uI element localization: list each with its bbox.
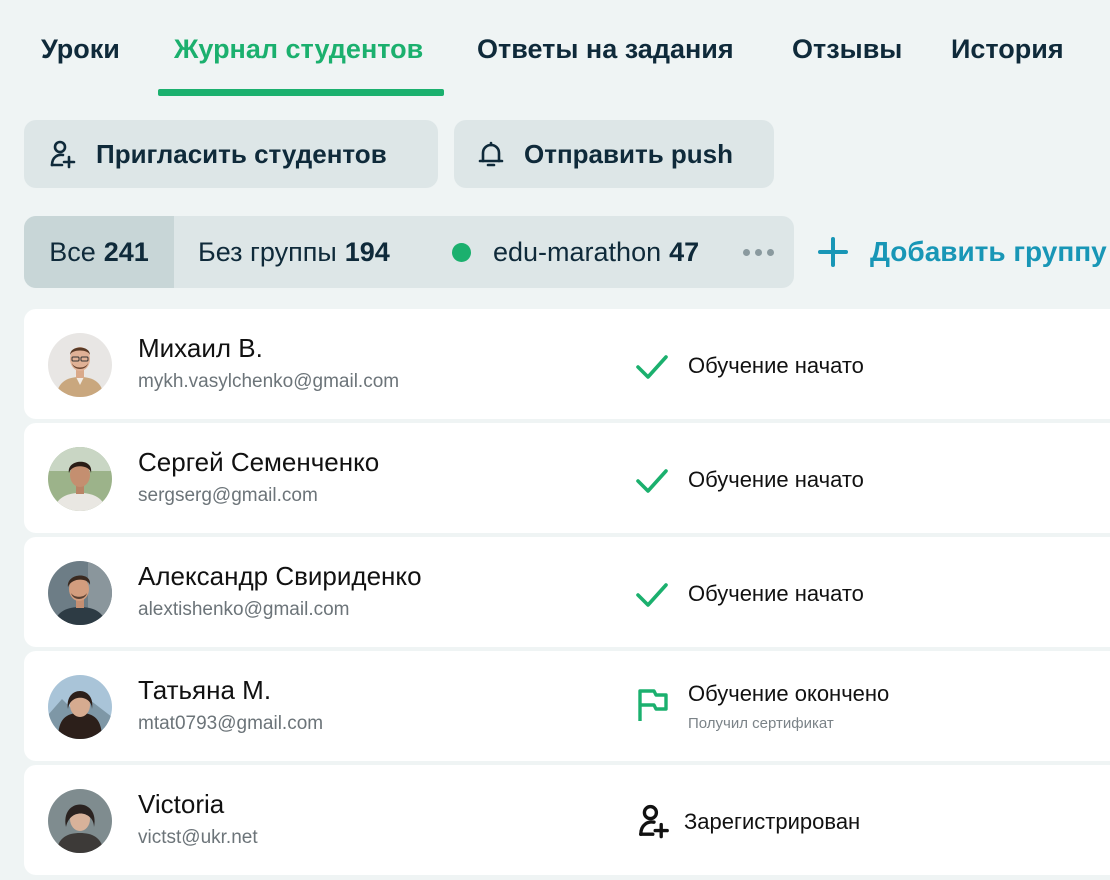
student-status: Обучение начато: [688, 467, 864, 492]
tab-lessons[interactable]: Уроки: [41, 34, 120, 65]
user-plus-icon: [48, 139, 78, 169]
filter-all-label: Все: [49, 236, 96, 267]
filter-all[interactable]: Все 241: [24, 216, 174, 288]
group-color-dot: [452, 242, 471, 262]
user-plus-icon: [639, 804, 669, 839]
check-icon: [636, 469, 668, 493]
student-name: Татьяна М.: [138, 675, 272, 705]
filter-all-count: 241: [103, 236, 149, 267]
student-email: mykh.vasylchenko@gmail.com: [138, 371, 400, 392]
avatar: [48, 789, 112, 853]
student-status: Обучение начато: [688, 353, 864, 378]
student-status: Обучение окончено: [688, 681, 890, 706]
tab-reviews[interactable]: Отзывы: [792, 34, 902, 65]
avatar: [48, 561, 112, 625]
student-row[interactable]: Михаил В. mykh.vasylchenko@gmail.com Обу…: [24, 309, 1110, 419]
filter-no-group-count: 194: [344, 236, 390, 267]
student-row[interactable]: Татьяна М. mtat0793@gmail.com Обучение о…: [24, 651, 1110, 761]
student-email: alextishenko@gmail.com: [138, 599, 350, 620]
add-group-label: Добавить группу: [870, 236, 1107, 267]
group-filter-bar: Все 241 Без группы 194 edu-marathon 47: [24, 216, 794, 288]
student-row[interactable]: Александр Свириденко alextishenko@gmail.…: [24, 537, 1110, 647]
avatar: [48, 447, 112, 511]
student-email: victst@ukr.net: [138, 827, 258, 848]
avatar: [48, 333, 112, 397]
invite-students-button[interactable]: Пригласить студентов: [24, 120, 438, 188]
check-icon: [636, 355, 668, 379]
tab-student-journal[interactable]: Журнал студентов: [174, 34, 423, 65]
student-row[interactable]: Сергей Семенченко sergserg@gmail.com Обу…: [24, 423, 1110, 533]
student-status: Зарегистрирован: [684, 809, 861, 834]
plus-icon: [816, 235, 850, 269]
student-status: Обучение начато: [688, 581, 864, 606]
filter-edu-marathon[interactable]: edu-marathon 47: [452, 216, 699, 288]
check-icon: [636, 583, 668, 607]
send-push-button[interactable]: Отправить push: [454, 120, 774, 188]
send-push-label: Отправить push: [524, 138, 734, 169]
flag-icon: [638, 689, 668, 721]
filter-edu-marathon-label: edu-marathon: [493, 236, 662, 267]
student-name: Victoria: [138, 789, 225, 819]
add-group-button[interactable]: Добавить группу: [816, 216, 1107, 288]
student-name: Александр Свириденко: [138, 561, 422, 591]
invite-students-label: Пригласить студентов: [96, 138, 387, 169]
student-name: Сергей Семенченко: [138, 447, 380, 477]
tab-assignment-answers[interactable]: Ответы на задания: [477, 34, 734, 65]
student-email: sergserg@gmail.com: [138, 485, 318, 506]
filter-no-group[interactable]: Без группы 194: [198, 216, 390, 288]
bell-icon: [476, 139, 506, 169]
avatar: [48, 675, 112, 739]
more-dots-icon[interactable]: [738, 216, 778, 288]
tab-bar: Уроки Журнал студентов Ответы на задания…: [0, 0, 1110, 100]
tab-history[interactable]: История: [951, 34, 1064, 65]
filter-edu-marathon-count: 47: [669, 236, 700, 267]
student-row[interactable]: Victoria victst@ukr.net Зарегистрирован: [24, 765, 1110, 875]
active-tab-indicator: [158, 89, 444, 96]
student-name: Михаил В.: [138, 333, 263, 363]
filter-no-group-label: Без группы: [198, 236, 337, 267]
student-email: mtat0793@gmail.com: [138, 713, 324, 734]
status-subtext: Получил сертификат: [688, 715, 834, 732]
